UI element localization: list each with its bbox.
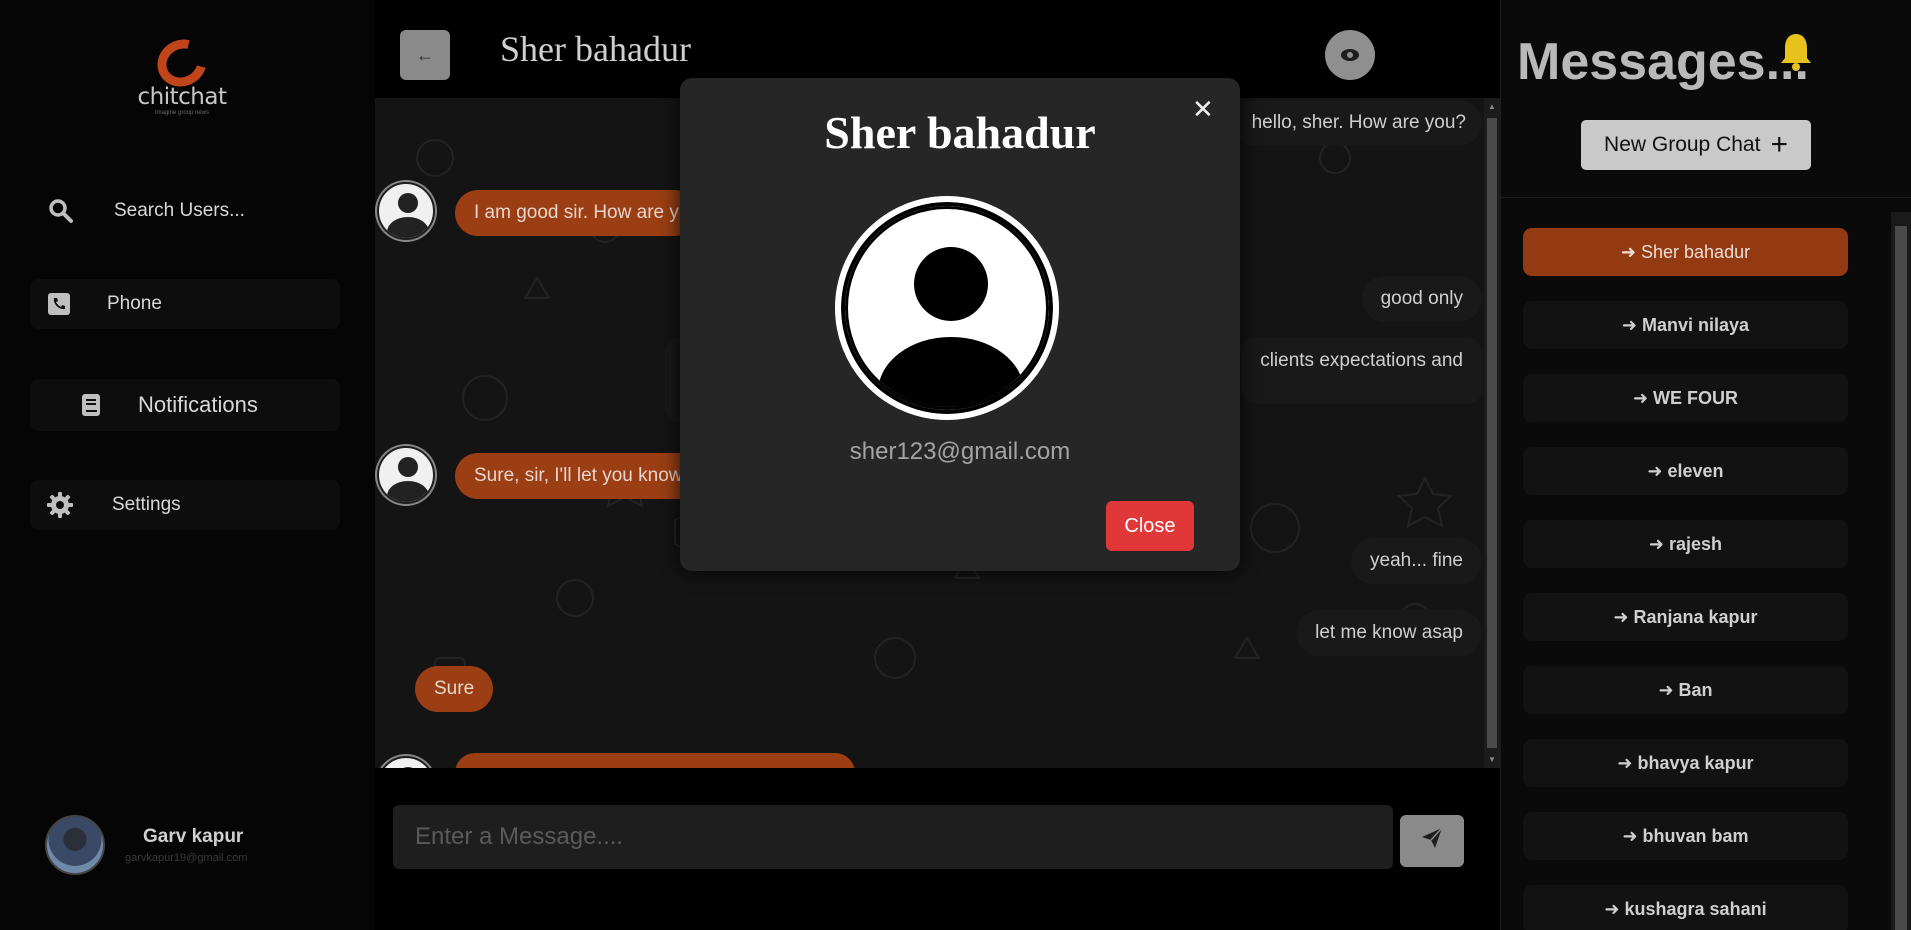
chat-list-item[interactable]: ➜ Manvi nilaya <box>1523 301 1848 349</box>
current-user-name: Garv kapur <box>143 826 244 847</box>
chat-list-item[interactable]: ➜ Ranjana kapur <box>1523 593 1848 641</box>
chat-list-item-label: Manvi nilaya <box>1642 314 1750 335</box>
arrow-left-icon: ← <box>416 44 434 65</box>
chat-list-item[interactable]: ➜ WE FOUR <box>1523 374 1848 422</box>
gear-icon <box>45 490 75 520</box>
new-group-chat-button[interactable]: New Group Chat + <box>1581 120 1811 170</box>
current-user-email: garvkapur19@gmail.com <box>125 852 248 864</box>
arrow-right-icon: ➜ <box>1620 241 1641 262</box>
nav-search-label: Search Users... <box>114 200 245 221</box>
arrow-right-icon: ➜ <box>1647 460 1668 481</box>
current-user-avatar <box>45 815 105 875</box>
phone-icon <box>44 289 74 319</box>
message-outgoing: good only <box>1361 276 1482 322</box>
scrollbar-thumb[interactable] <box>1487 118 1497 748</box>
message-outgoing-partial-right: clients expectations and <box>1241 338 1482 404</box>
chat-list-item-label: eleven <box>1667 460 1724 481</box>
chat-list-item-label: rajesh <box>1669 533 1723 554</box>
nav-notifications[interactable]: Notifications <box>30 379 340 431</box>
nav-settings[interactable]: Settings <box>30 480 340 530</box>
chat-list-item-label: Sher bahadur <box>1641 241 1751 262</box>
nav-phone-label: Phone <box>107 293 162 314</box>
nav-phone[interactable]: Phone <box>30 279 340 329</box>
message-outgoing: yeah... fine <box>1351 538 1482 584</box>
left-sidebar: chitchat Imagine group news Search Users… <box>0 0 375 930</box>
current-user-info: Garv kapur garvkapur19@gmail.com <box>105 826 247 864</box>
search-icon <box>46 196 76 226</box>
message-outgoing: let me know asap <box>1296 610 1482 656</box>
eye-icon <box>1341 49 1359 61</box>
chat-list-item[interactable]: ➜ eleven <box>1523 447 1848 495</box>
logo-tagline: Imagine group news <box>154 110 210 116</box>
close-icon[interactable]: ✕ <box>1192 94 1214 125</box>
chat-list-item-label: bhavya kapur <box>1637 752 1754 773</box>
message-scrollbar[interactable]: ▲ ▼ <box>1484 98 1500 768</box>
chat-title: Sher bahadur <box>500 29 691 69</box>
sender-avatar <box>377 446 435 504</box>
scroll-up-icon: ▲ <box>1488 102 1496 111</box>
scroll-down-icon: ▼ <box>1488 755 1496 764</box>
chat-list: ➜ Sher bahadur ➜ Manvi nilaya ➜ WE FOUR … <box>1523 228 1848 930</box>
arrow-right-icon: ➜ <box>1622 825 1643 846</box>
chat-list-scrollbar[interactable] <box>1891 212 1911 930</box>
logo-text: chitchat <box>137 84 227 110</box>
chat-list-item[interactable]: ➜ bhuvan bam <box>1523 812 1848 860</box>
arrow-right-icon: ➜ <box>1621 314 1643 335</box>
nav-search-users[interactable]: Search Users... <box>30 186 340 236</box>
chat-list-item[interactable]: ➜ rajesh <box>1523 520 1848 568</box>
arrow-right-icon: ➜ <box>1604 898 1625 919</box>
nav-notifications-label: Notifications <box>138 392 258 417</box>
chat-list-item-active[interactable]: ➜ Sher bahadur <box>1523 228 1848 276</box>
new-group-chat-label: New Group Chat <box>1604 133 1761 156</box>
chat-list-item[interactable]: ➜ bhavya kapur <box>1523 739 1848 787</box>
current-user-card[interactable]: Garv kapur garvkapur19@gmail.com <box>45 815 247 875</box>
arrow-right-icon: ➜ <box>1658 679 1679 700</box>
view-profile-button[interactable] <box>1325 30 1375 80</box>
bell-icon[interactable] <box>1778 32 1814 81</box>
message-incoming-cutoff <box>455 753 855 768</box>
close-button[interactable]: Close <box>1106 501 1194 551</box>
arrow-right-icon: ➜ <box>1648 533 1670 554</box>
sender-avatar <box>377 182 435 240</box>
profile-modal: Sher bahadur ✕ sher123@gmail.com Close <box>680 78 1240 571</box>
nav-settings-label: Settings <box>112 494 181 515</box>
chat-list-item[interactable]: ➜ Ban <box>1523 666 1848 714</box>
chat-list-item-label: WE FOUR <box>1653 387 1739 408</box>
chat-list-item[interactable]: ➜ kushagra sahani <box>1523 885 1848 930</box>
app-root: chitchat Imagine group news Search Users… <box>0 0 1911 930</box>
arrow-right-icon: ➜ <box>1632 387 1654 408</box>
send-button[interactable] <box>1400 815 1464 867</box>
chat-list-item-label: kushagra sahani <box>1624 898 1767 919</box>
panel-divider <box>1501 197 1911 198</box>
profile-avatar <box>835 196 1059 420</box>
scrollbar-thumb[interactable] <box>1895 226 1907 930</box>
profile-email: sher123@gmail.com <box>849 438 1071 465</box>
chat-list-item-label: Ban <box>1678 679 1713 700</box>
chat-list-item-label: bhuvan bam <box>1642 825 1749 846</box>
messages-panel-title: Messages... <box>1517 33 1809 91</box>
message-incoming: Sure <box>415 666 494 712</box>
message-input[interactable]: Enter a Message.... <box>393 805 1393 869</box>
app-logo: chitchat Imagine group news <box>122 30 242 120</box>
messages-panel: Messages... New Group Chat + ➜ Sher baha… <box>1500 0 1911 930</box>
chat-list-item-label: Ranjana kapur <box>1633 606 1758 627</box>
back-button[interactable]: ← <box>400 30 450 80</box>
paper-plane-icon <box>1420 826 1444 857</box>
book-icon <box>76 390 106 420</box>
arrow-right-icon: ➜ <box>1613 606 1634 627</box>
message-incoming: I am good sir. How are y <box>455 190 698 236</box>
modal-title: Sher bahadur <box>824 107 1096 158</box>
message-outgoing: hello, sher. How are you? <box>1232 100 1482 146</box>
arrow-right-icon: ➜ <box>1617 752 1638 773</box>
message-incoming: Sure, sir, I'll let you know <box>455 453 702 499</box>
plus-icon: + <box>1770 128 1788 161</box>
